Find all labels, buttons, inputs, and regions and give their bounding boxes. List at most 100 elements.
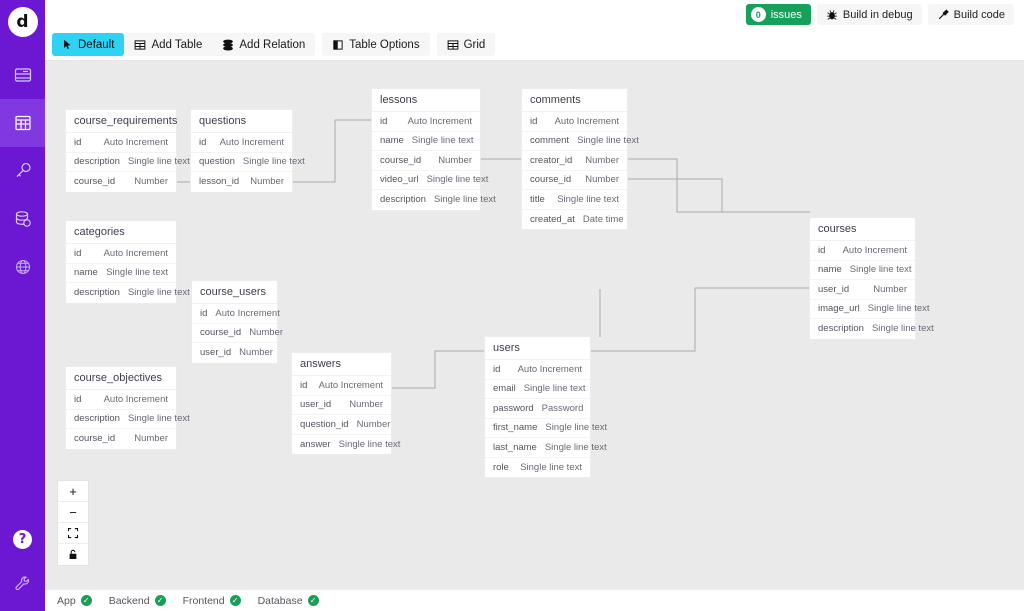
table-row[interactable]: id Auto Increment — [522, 112, 627, 132]
table-row[interactable]: id Auto Increment — [66, 244, 176, 264]
column-name: lesson_id — [199, 176, 240, 188]
build-in-debug-button[interactable]: Build in debug — [816, 4, 922, 25]
table-row[interactable]: id Auto Increment — [66, 133, 176, 153]
table-row[interactable]: email Single line text — [485, 380, 590, 399]
status-ok-icon: ✓ — [229, 595, 241, 606]
table-row[interactable]: user_id Number — [292, 396, 391, 415]
table-card[interactable]: course_objectives id Auto Increment descrip… — [66, 367, 190, 449]
table-title: lessons — [372, 89, 480, 112]
table-row[interactable]: description Single line text — [66, 410, 190, 429]
table-row[interactable]: password Password — [485, 399, 590, 419]
table-row[interactable]: course_id Number — [192, 324, 283, 343]
table-row[interactable]: user_id Number — [192, 343, 277, 363]
sidebar-item-tables[interactable] — [0, 99, 45, 147]
table-row[interactable]: id Auto Increment — [192, 304, 280, 324]
relation-edge[interactable] — [627, 178, 723, 212]
column-type: Single line text — [433, 194, 496, 206]
table-row[interactable]: description Single line text — [372, 190, 496, 210]
sidebar-item-database-panel[interactable] — [0, 51, 45, 99]
build-code-button[interactable]: Build code — [927, 4, 1014, 25]
relation-edge[interactable] — [292, 119, 372, 183]
status-backend-label: Backend — [108, 594, 150, 607]
column-name: id — [74, 393, 82, 405]
table-row[interactable]: title Single line text — [522, 190, 627, 210]
table-row[interactable]: id Auto Increment — [191, 133, 292, 153]
table-row[interactable]: answer Single line text — [292, 435, 400, 455]
grid-icon — [447, 39, 459, 51]
table-row[interactable]: created_at Date time — [522, 210, 627, 230]
help-button[interactable]: ? — [0, 517, 45, 561]
table-row[interactable]: user_id Number — [810, 280, 915, 300]
column-type: Auto Increment — [215, 307, 280, 319]
table-row[interactable]: id Auto Increment — [292, 376, 391, 396]
column-type: Auto Increment — [554, 115, 619, 127]
table-row[interactable]: course_id Number — [66, 172, 176, 192]
issues-button[interactable]: 0 issues — [745, 4, 811, 25]
relation-icon — [222, 39, 234, 51]
build-code-label: Build code — [953, 8, 1005, 21]
tool-grid[interactable]: Grid — [437, 33, 496, 56]
table-row[interactable]: id Auto Increment — [66, 390, 176, 410]
toolbar-group-options: Table Options — [322, 33, 430, 56]
table-card[interactable]: lessons id Auto Increment name Single line t… — [372, 89, 496, 210]
table-card[interactable]: questions id Auto Increment question Single … — [191, 110, 305, 192]
column-name: first_name — [493, 422, 538, 434]
column-name: name — [818, 264, 842, 276]
column-type: Single line text — [520, 461, 582, 473]
table-card[interactable]: courses id Auto Increment name Single line t… — [810, 218, 934, 339]
table-row[interactable]: course_id Number — [522, 171, 627, 190]
app-logo: d — [7, 7, 38, 37]
table-row[interactable]: last_name Single line text — [485, 438, 607, 458]
tool-add-table[interactable]: Add Table — [124, 33, 212, 56]
table-row[interactable]: comment Single line text — [522, 132, 639, 151]
tool-table-options-label: Table Options — [349, 38, 420, 51]
table-row[interactable]: name Single line text — [66, 264, 176, 283]
table-card[interactable]: course_requirements id Auto Increment descr… — [66, 110, 190, 192]
zoom-in-button[interactable]: + — [58, 481, 88, 502]
table-card[interactable]: course_users id Auto Increment course_id Num… — [192, 281, 283, 363]
table-row[interactable]: question Single line text — [191, 153, 305, 172]
table-row[interactable]: description Single line text — [66, 153, 190, 172]
sidebar-item-data-storage[interactable] — [0, 195, 45, 243]
table-row[interactable]: name Single line text — [372, 132, 480, 151]
relation-edge[interactable] — [590, 287, 810, 352]
table-row[interactable]: course_id Number — [372, 151, 480, 171]
table-card[interactable]: users id Auto Increment email Single line te… — [485, 337, 607, 478]
column-type: Single line text — [127, 287, 190, 299]
zoom-out-button[interactable]: − — [58, 502, 88, 523]
table-row[interactable]: lesson_id Number — [191, 172, 292, 192]
sidebar-item-globe[interactable] — [0, 243, 45, 291]
table-row[interactable]: creator_id Number — [522, 151, 627, 171]
relation-edge[interactable] — [627, 158, 810, 213]
table-row[interactable]: course_id Number — [66, 429, 176, 449]
table-row[interactable]: name Single line text — [810, 261, 915, 280]
table-row[interactable]: image_url Single line text — [810, 300, 930, 319]
table-row[interactable]: role Single line text — [485, 458, 590, 478]
table-row[interactable]: description Single line text — [810, 319, 934, 339]
table-card[interactable]: comments id Auto Increment comment Single li… — [522, 89, 639, 230]
diagram-canvas[interactable]: course_requirements id Auto Increment descr… — [45, 61, 1024, 589]
table-card[interactable]: categories id Auto Increment name Single lin… — [66, 221, 190, 303]
tool-add-relation[interactable]: Add Relation — [212, 33, 315, 56]
toolbar: Default Add Table Add Relation Table Opt… — [45, 29, 1024, 61]
table-row[interactable]: id Auto Increment — [372, 112, 480, 132]
table-row[interactable]: id Auto Increment — [810, 241, 915, 261]
tool-default[interactable]: Default — [52, 33, 125, 56]
table-row[interactable]: question_id Number — [292, 415, 391, 435]
table-row[interactable]: video_url Single line text — [372, 171, 488, 190]
table-row[interactable]: id Auto Increment — [485, 360, 590, 380]
settings-button[interactable] — [0, 561, 45, 605]
table-row[interactable]: first_name Single line text — [485, 419, 607, 438]
column-name: id — [493, 363, 501, 375]
fit-screen-button[interactable] — [58, 523, 88, 544]
lock-button[interactable] — [58, 544, 88, 565]
relation-edge[interactable] — [391, 350, 485, 389]
column-name: title — [530, 193, 545, 205]
column-name: description — [74, 156, 120, 168]
sidebar-item-api-keys[interactable] — [0, 147, 45, 195]
status-bar: App ✓ Backend ✓ Frontend ✓ Database ✓ — [45, 589, 1024, 611]
table-title: courses — [810, 218, 915, 241]
table-row[interactable]: description Single line text — [66, 283, 190, 303]
tool-table-options[interactable]: Table Options — [322, 33, 429, 56]
table-card[interactable]: answers id Auto Increment user_id Number ques… — [292, 353, 400, 455]
